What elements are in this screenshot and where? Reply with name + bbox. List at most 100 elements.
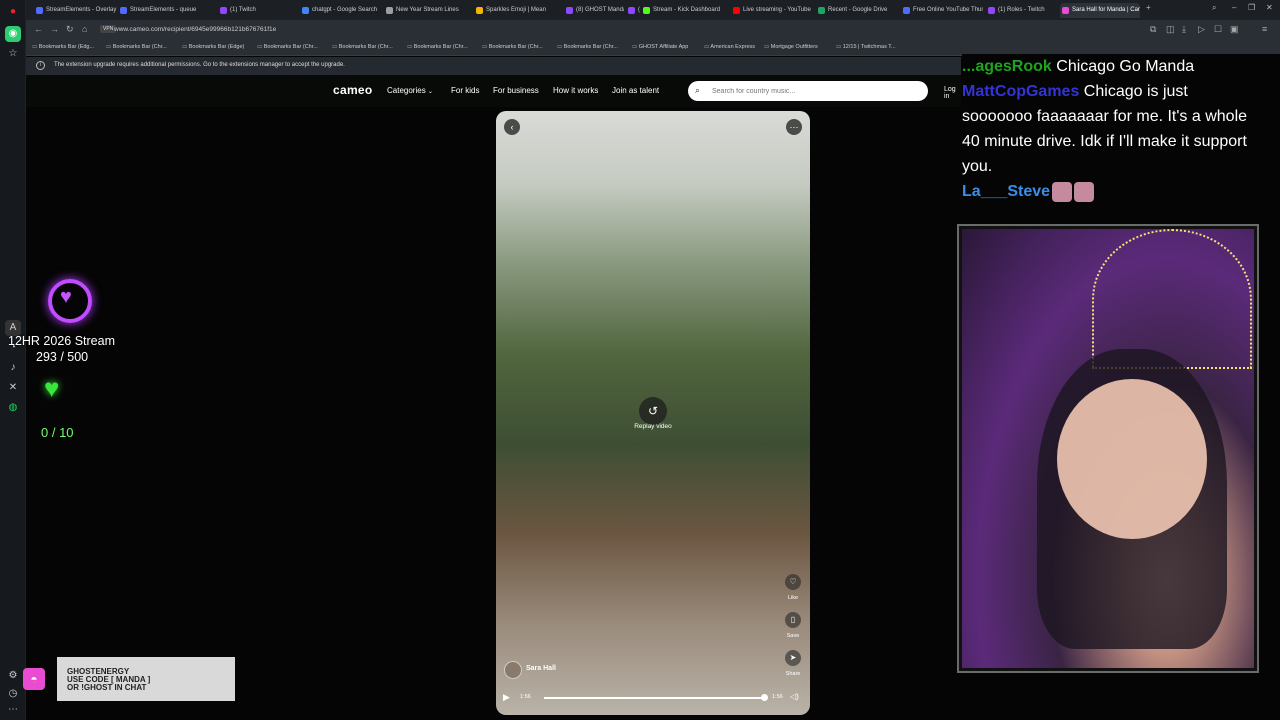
share-button[interactable]: ➤ Share [780,650,806,677]
url-field[interactable]: VPN www.cameo.com/recipient/6945e99966b1… [100,23,1140,37]
opera-logo-icon[interactable]: ● [5,4,21,20]
avatar[interactable] [504,661,522,679]
chat-username[interactable]: ...agesRook [962,58,1052,75]
cameo-video-player[interactable]: ‹ ⋯ ↺ Replay video ♡ Like ▯ Save ➤ Share Sa… [496,111,810,715]
minimize-icon[interactable]: – [1232,3,1236,12]
browser-tab[interactable]: (8) GHOST Manda [564,3,624,18]
browser-tab[interactable]: (1) Twitch [218,3,298,18]
browser-tab[interactable]: StreamElements - Overlay [34,3,118,18]
back-icon[interactable]: ← [34,24,43,34]
nav-how-it-works[interactable]: How it works [553,86,598,95]
nav-for-business[interactable]: For business [493,86,539,95]
progress-knob[interactable] [761,694,768,701]
history-icon[interactable]: ◷ [5,686,21,702]
tiktok-icon[interactable]: ♪ [5,360,21,376]
bookmark-item[interactable]: Mortgage Outfitters [764,44,818,50]
browser-tab[interactable]: (1) Roles - Twitch [986,3,1058,18]
browser-tab[interactable]: Sara Hall for Manda | Cam [1060,3,1140,18]
forward-icon[interactable]: → [50,24,59,34]
tab-favicon-icon [903,7,910,14]
tab-favicon-icon [1062,7,1069,14]
bookmark-item[interactable]: American Express [704,44,755,50]
nav-for-kids[interactable]: For kids [451,86,479,95]
browser-tab[interactable]: New Year Stream Lines [384,3,472,18]
reload-icon[interactable]: ↻ [66,24,74,35]
save-button[interactable]: ▯ Save [780,612,806,639]
back-arrow-icon[interactable]: ‹ [504,119,520,135]
extensions-icon[interactable]: ⧉ [1150,24,1156,35]
tab-favicon-icon [36,7,43,14]
tab-favicon-icon [733,7,740,14]
search-bar[interactable]: ⌕ [688,81,928,101]
play-icon[interactable]: ▶ [503,692,510,703]
like-label: Like [787,595,799,601]
cameo-logo[interactable]: cameo [333,83,373,97]
new-tab-icon[interactable]: + [1146,3,1151,12]
home-icon[interactable]: ⌂ [82,24,87,34]
bookmark-item[interactable]: Bookmarks Bar (Chr... [257,44,318,50]
browser-tab[interactable]: Live streaming - YouTube [731,3,815,18]
promo-line-3: OR !GHOST IN CHAT [67,683,147,692]
replay-label[interactable]: Replay video [616,423,690,430]
bookmark-item[interactable]: GHOST Affiliate App [632,44,689,50]
x-icon[interactable]: ✕ [5,380,21,396]
search-tabs-icon[interactable]: ⌕ [1212,3,1216,13]
ai-assistant-icon[interactable]: ◉ [5,26,21,42]
address-bar: ← → ↻ ⌂ VPN www.cameo.com/recipient/6945… [26,20,1280,40]
bookmark-item[interactable]: Bookmarks Bar (Chr... [407,44,468,50]
bookmark-item[interactable]: Bookmarks Bar (Chr... [106,44,167,50]
wallet-icon[interactable]: ▣ [1230,24,1239,35]
nav-categories[interactable]: Categories ⌄ [387,86,433,95]
chat-username[interactable]: MattCopGames [962,83,1079,100]
chat-text: Chicago Go Manda [1051,58,1195,75]
tab-favicon-icon [643,7,650,14]
like-button[interactable]: ♡ Like [780,574,806,601]
chat-username[interactable]: La___Steve [962,183,1050,200]
bookmark-item[interactable]: 12/15 | Twitchmas T... [836,44,896,50]
browser-tab[interactable]: Recent - Google Drive [816,3,898,18]
chat-message: MattCopGames Chicago is just [962,79,1188,104]
login-link[interactable]: Log in [944,86,961,100]
browser-tab[interactable]: chatgpt - Google Search [300,3,382,18]
tab-label: Free Online YouTube Thum [913,7,983,13]
author-name[interactable]: Sara Hall [526,665,556,672]
extension-notice: i The extension upgrade requires additio… [26,57,961,75]
settings-icon[interactable]: ⚙ [5,668,21,684]
bookmark-item[interactable]: Bookmarks Bar (Chr... [482,44,543,50]
play-icon[interactable]: ▷ [1198,24,1205,35]
browser-tab[interactable]: Stream - Kick Dashboard [641,3,729,18]
maximize-icon[interactable]: ❐ [1248,3,1255,12]
menu-icon[interactable]: ≡ [1262,24,1267,34]
video-controls: ▶ 1:56 1:56 ◁) [496,688,810,708]
chevron-down-icon: ⌄ [427,89,433,95]
tab-label: Live streaming - YouTube [743,7,811,13]
close-icon[interactable]: ✕ [1266,3,1273,12]
chat-message: ...agesRook Chicago Go Manda [962,54,1194,79]
goal-title: 12HR 2026 Stream [8,334,116,348]
chat-message: sooooooo faaaaaaar for me. It's a whole [962,104,1247,129]
progress-track[interactable] [544,697,764,699]
download-icon[interactable]: ⤓ [1182,24,1186,35]
bookmark-icon[interactable]: ☐ [1214,24,1222,35]
tab-label: StreamElements - queue [130,7,197,13]
browser-tab[interactable]: Free Online YouTube Thum [901,3,983,18]
spotify-icon[interactable]: ◍ [5,400,21,416]
browser-tab[interactable]: (8) [626,3,640,18]
pin-icon[interactable]: ☆ [5,46,21,62]
tab-favicon-icon [302,7,309,14]
bookmark-item[interactable]: Bookmarks Bar (Chr... [557,44,618,50]
more-options-icon[interactable]: ⋯ [786,119,802,135]
nav-join-as-talent[interactable]: Join as talent [612,86,659,95]
url-text[interactable]: www.cameo.com/recipient/6945e99966b121b6… [114,26,276,33]
more-icon[interactable]: ⋯ [5,702,21,718]
volume-icon[interactable]: ◁) [790,692,799,701]
browser-tab[interactable]: StreamElements - queue [118,3,216,18]
bookmark-item[interactable]: Bookmarks Bar (Edg... [32,44,94,50]
replay-icon[interactable]: ↺ [639,397,667,425]
bookmark-item[interactable]: Bookmarks Bar (Chr... [332,44,393,50]
camera-icon[interactable]: ◫ [1166,24,1175,35]
bookmark-item[interactable]: Bookmarks Bar (Edge) [182,44,245,50]
browser-tab[interactable]: Sparkles Emoji | Mean [474,3,562,18]
search-icon: ⌕ [695,85,701,95]
search-input[interactable] [712,85,912,97]
